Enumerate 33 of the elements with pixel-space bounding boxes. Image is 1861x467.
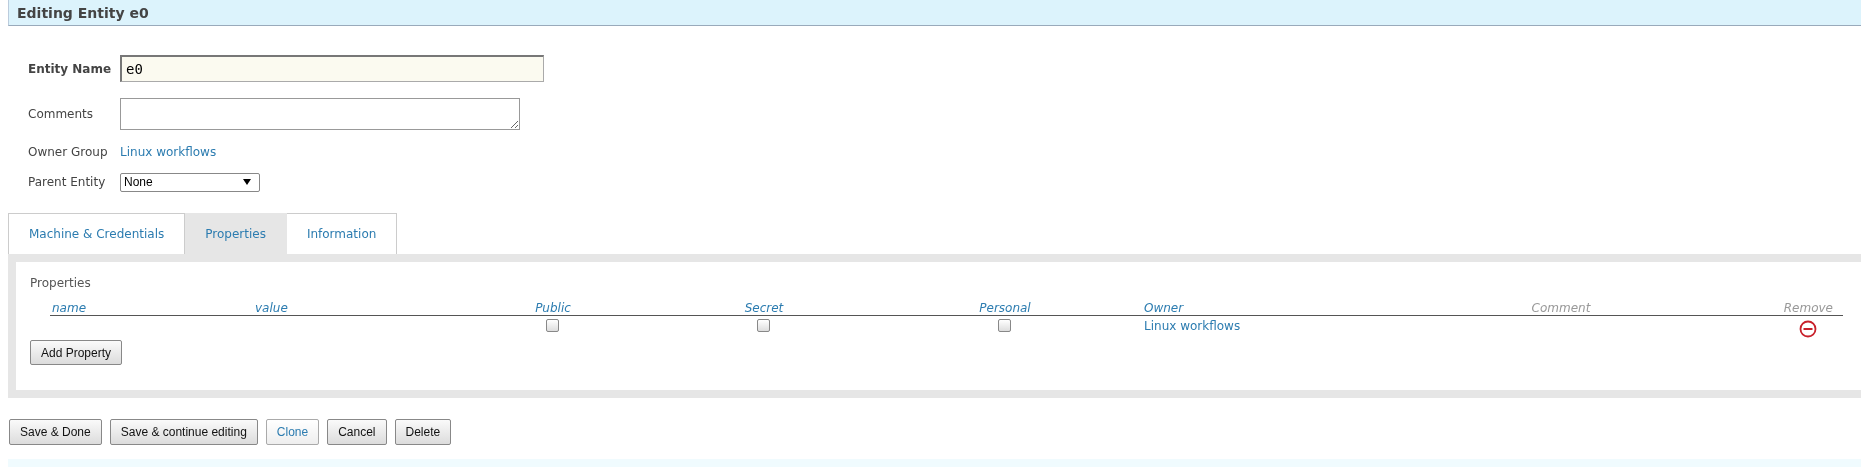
action-button[interactable]: Delete xyxy=(394,419,452,445)
column-header: Owner xyxy=(1143,301,1185,315)
caret-icon xyxy=(243,179,251,185)
action-button[interactable]: Clone xyxy=(265,419,320,445)
column-header: Remove xyxy=(1782,301,1834,315)
owner-group-link[interactable]: Linux workflows xyxy=(120,145,217,159)
action-button[interactable]: Cancel xyxy=(327,419,387,445)
column-header: name xyxy=(51,301,88,315)
field-label: Parent Entity xyxy=(28,175,107,189)
tab[interactable]: Information xyxy=(286,213,398,254)
field-label: Comments xyxy=(28,107,95,121)
field-label: Owner Group xyxy=(28,145,109,159)
entity-name-field[interactable]: e0 xyxy=(120,55,544,82)
page-title: Editing Entity e0 xyxy=(17,4,149,21)
checkbox[interactable] xyxy=(545,319,559,332)
add-property-button[interactable]: Add Property xyxy=(30,340,123,365)
parent-entity-dropdown[interactable]: None xyxy=(120,172,260,192)
action-button[interactable]: Save & Done xyxy=(9,419,102,445)
column-header: Public xyxy=(534,301,572,315)
action-button[interactable]: Save & continue editing xyxy=(109,419,258,445)
tab[interactable]: Machine & Credentials xyxy=(8,213,186,254)
column-header: value xyxy=(254,301,289,315)
remove-icon[interactable] xyxy=(1799,320,1817,338)
column-header: Comment xyxy=(1530,301,1592,315)
comments-field[interactable] xyxy=(120,98,520,130)
checkbox[interactable] xyxy=(997,319,1011,332)
owner-link[interactable]: Linux workflows xyxy=(1144,319,1241,333)
column-header: Personal xyxy=(978,301,1032,315)
field-label: Entity Name xyxy=(28,61,113,76)
section-title: Properties xyxy=(30,276,92,290)
checkbox[interactable] xyxy=(756,319,770,332)
tab[interactable]: Properties xyxy=(185,213,287,254)
column-header: Secret xyxy=(743,301,785,315)
